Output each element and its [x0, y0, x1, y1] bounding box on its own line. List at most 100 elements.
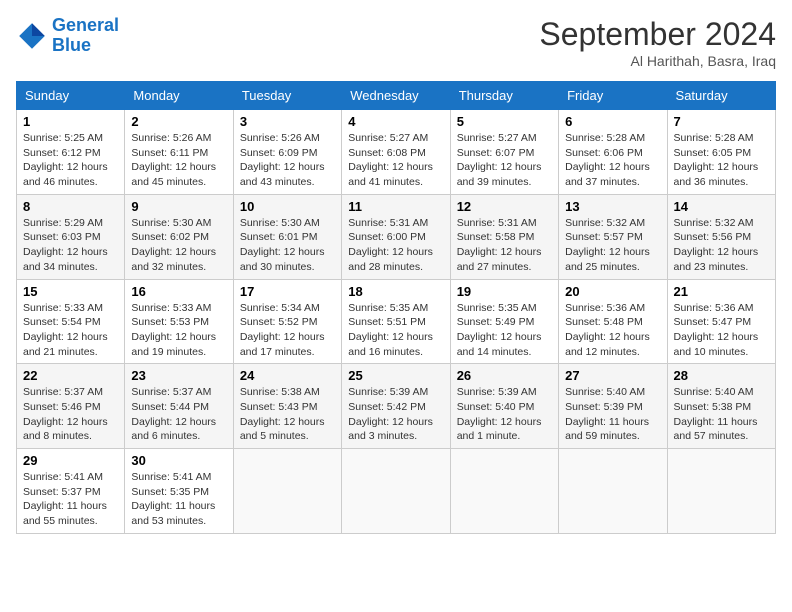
calendar-cell: 16 Sunrise: 5:33 AM Sunset: 5:53 PM Dayli… — [125, 279, 233, 364]
calendar-cell: 29 Sunrise: 5:41 AM Sunset: 5:37 PM Dayli… — [17, 449, 125, 534]
calendar-cell: 28 Sunrise: 5:40 AM Sunset: 5:38 PM Dayli… — [667, 364, 775, 449]
day-info: Sunrise: 5:32 AM Sunset: 5:57 PM Dayligh… — [565, 216, 660, 275]
logo: General Blue — [16, 16, 119, 56]
day-number: 11 — [348, 199, 443, 214]
calendar-header-row: SundayMondayTuesdayWednesdayThursdayFrid… — [17, 82, 776, 110]
calendar-week-5: 29 Sunrise: 5:41 AM Sunset: 5:37 PM Dayli… — [17, 449, 776, 534]
header-wednesday: Wednesday — [342, 82, 450, 110]
day-info: Sunrise: 5:26 AM Sunset: 6:09 PM Dayligh… — [240, 131, 335, 190]
calendar-cell: 22 Sunrise: 5:37 AM Sunset: 5:46 PM Dayli… — [17, 364, 125, 449]
calendar-cell: 27 Sunrise: 5:40 AM Sunset: 5:39 PM Dayli… — [559, 364, 667, 449]
day-info: Sunrise: 5:35 AM Sunset: 5:51 PM Dayligh… — [348, 301, 443, 360]
header-monday: Monday — [125, 82, 233, 110]
calendar-table: SundayMondayTuesdayWednesdayThursdayFrid… — [16, 81, 776, 534]
calendar-cell: 12 Sunrise: 5:31 AM Sunset: 5:58 PM Dayli… — [450, 194, 558, 279]
calendar-cell: 8 Sunrise: 5:29 AM Sunset: 6:03 PM Daylig… — [17, 194, 125, 279]
day-info: Sunrise: 5:39 AM Sunset: 5:42 PM Dayligh… — [348, 385, 443, 444]
day-number: 29 — [23, 453, 118, 468]
title-area: September 2024 Al Harithah, Basra, Iraq — [539, 16, 776, 69]
day-info: Sunrise: 5:34 AM Sunset: 5:52 PM Dayligh… — [240, 301, 335, 360]
day-info: Sunrise: 5:39 AM Sunset: 5:40 PM Dayligh… — [457, 385, 552, 444]
location: Al Harithah, Basra, Iraq — [539, 53, 776, 69]
day-number: 12 — [457, 199, 552, 214]
day-info: Sunrise: 5:25 AM Sunset: 6:12 PM Dayligh… — [23, 131, 118, 190]
day-number: 5 — [457, 114, 552, 129]
day-info: Sunrise: 5:33 AM Sunset: 5:53 PM Dayligh… — [131, 301, 226, 360]
calendar-cell: 24Sunrise: 5:38 AM Sunset: 5:43 PM Dayli… — [233, 364, 341, 449]
header-tuesday: Tuesday — [233, 82, 341, 110]
calendar-cell: 17 Sunrise: 5:34 AM Sunset: 5:52 PM Dayli… — [233, 279, 341, 364]
calendar-cell — [233, 449, 341, 534]
calendar-cell: 1 Sunrise: 5:25 AM Sunset: 6:12 PM Daylig… — [17, 110, 125, 195]
day-number: 3 — [240, 114, 335, 129]
calendar-cell: 25Sunrise: 5:39 AM Sunset: 5:42 PM Dayli… — [342, 364, 450, 449]
day-number: 24 — [240, 368, 335, 383]
day-info: Sunrise: 5:37 AM Sunset: 5:44 PM Dayligh… — [131, 385, 226, 444]
day-number: 18 — [348, 284, 443, 299]
day-info: Sunrise: 5:41 AM Sunset: 5:35 PM Dayligh… — [131, 470, 226, 529]
day-info: Sunrise: 5:35 AM Sunset: 5:49 PM Dayligh… — [457, 301, 552, 360]
day-info: Sunrise: 5:29 AM Sunset: 6:03 PM Dayligh… — [23, 216, 118, 275]
day-number: 17 — [240, 284, 335, 299]
day-number: 22 — [23, 368, 118, 383]
day-info: Sunrise: 5:30 AM Sunset: 6:01 PM Dayligh… — [240, 216, 335, 275]
day-number: 19 — [457, 284, 552, 299]
header-thursday: Thursday — [450, 82, 558, 110]
day-info: Sunrise: 5:36 AM Sunset: 5:48 PM Dayligh… — [565, 301, 660, 360]
day-number: 1 — [23, 114, 118, 129]
calendar-cell: 10Sunrise: 5:30 AM Sunset: 6:01 PM Dayli… — [233, 194, 341, 279]
day-number: 26 — [457, 368, 552, 383]
calendar-cell: 23 Sunrise: 5:37 AM Sunset: 5:44 PM Dayli… — [125, 364, 233, 449]
day-number: 30 — [131, 453, 226, 468]
header-saturday: Saturday — [667, 82, 775, 110]
calendar-cell — [342, 449, 450, 534]
calendar-cell: 21Sunrise: 5:36 AM Sunset: 5:47 PM Dayli… — [667, 279, 775, 364]
day-info: Sunrise: 5:40 AM Sunset: 5:39 PM Dayligh… — [565, 385, 660, 444]
day-info: Sunrise: 5:37 AM Sunset: 5:46 PM Dayligh… — [23, 385, 118, 444]
day-number: 23 — [131, 368, 226, 383]
calendar-cell: 26 Sunrise: 5:39 AM Sunset: 5:40 PM Dayli… — [450, 364, 558, 449]
logo-line1: General — [52, 15, 119, 35]
calendar-week-4: 22 Sunrise: 5:37 AM Sunset: 5:46 PM Dayli… — [17, 364, 776, 449]
logo-line2: Blue — [52, 35, 91, 55]
day-number: 13 — [565, 199, 660, 214]
calendar-cell: 4Sunrise: 5:27 AM Sunset: 6:08 PM Daylig… — [342, 110, 450, 195]
calendar-cell — [667, 449, 775, 534]
calendar-cell: 30 Sunrise: 5:41 AM Sunset: 5:35 PM Dayli… — [125, 449, 233, 534]
day-info: Sunrise: 5:27 AM Sunset: 6:08 PM Dayligh… — [348, 131, 443, 190]
day-number: 16 — [131, 284, 226, 299]
header-sunday: Sunday — [17, 82, 125, 110]
day-info: Sunrise: 5:28 AM Sunset: 6:06 PM Dayligh… — [565, 131, 660, 190]
day-number: 9 — [131, 199, 226, 214]
day-number: 15 — [23, 284, 118, 299]
calendar-cell: 19 Sunrise: 5:35 AM Sunset: 5:49 PM Dayli… — [450, 279, 558, 364]
day-number: 7 — [674, 114, 769, 129]
day-number: 20 — [565, 284, 660, 299]
day-info: Sunrise: 5:40 AM Sunset: 5:38 PM Dayligh… — [674, 385, 769, 444]
day-number: 27 — [565, 368, 660, 383]
calendar-cell: 3 Sunrise: 5:26 AM Sunset: 6:09 PM Daylig… — [233, 110, 341, 195]
logo-icon — [16, 20, 48, 52]
calendar-week-2: 8 Sunrise: 5:29 AM Sunset: 6:03 PM Daylig… — [17, 194, 776, 279]
header-friday: Friday — [559, 82, 667, 110]
day-number: 14 — [674, 199, 769, 214]
month-title: September 2024 — [539, 16, 776, 53]
day-info: Sunrise: 5:31 AM Sunset: 6:00 PM Dayligh… — [348, 216, 443, 275]
calendar-cell: 2Sunrise: 5:26 AM Sunset: 6:11 PM Daylig… — [125, 110, 233, 195]
day-number: 28 — [674, 368, 769, 383]
day-info: Sunrise: 5:41 AM Sunset: 5:37 PM Dayligh… — [23, 470, 118, 529]
calendar-cell: 11 Sunrise: 5:31 AM Sunset: 6:00 PM Dayli… — [342, 194, 450, 279]
day-info: Sunrise: 5:30 AM Sunset: 6:02 PM Dayligh… — [131, 216, 226, 275]
calendar-cell: 7Sunrise: 5:28 AM Sunset: 6:05 PM Daylig… — [667, 110, 775, 195]
day-info: Sunrise: 5:33 AM Sunset: 5:54 PM Dayligh… — [23, 301, 118, 360]
calendar-cell — [450, 449, 558, 534]
calendar-cell: 14 Sunrise: 5:32 AM Sunset: 5:56 PM Dayli… — [667, 194, 775, 279]
day-info: Sunrise: 5:31 AM Sunset: 5:58 PM Dayligh… — [457, 216, 552, 275]
calendar-week-1: 1 Sunrise: 5:25 AM Sunset: 6:12 PM Daylig… — [17, 110, 776, 195]
day-number: 8 — [23, 199, 118, 214]
day-info: Sunrise: 5:26 AM Sunset: 6:11 PM Dayligh… — [131, 131, 226, 190]
day-info: Sunrise: 5:36 AM Sunset: 5:47 PM Dayligh… — [674, 301, 769, 360]
calendar-cell: 5Sunrise: 5:27 AM Sunset: 6:07 PM Daylig… — [450, 110, 558, 195]
calendar-cell — [559, 449, 667, 534]
day-info: Sunrise: 5:32 AM Sunset: 5:56 PM Dayligh… — [674, 216, 769, 275]
